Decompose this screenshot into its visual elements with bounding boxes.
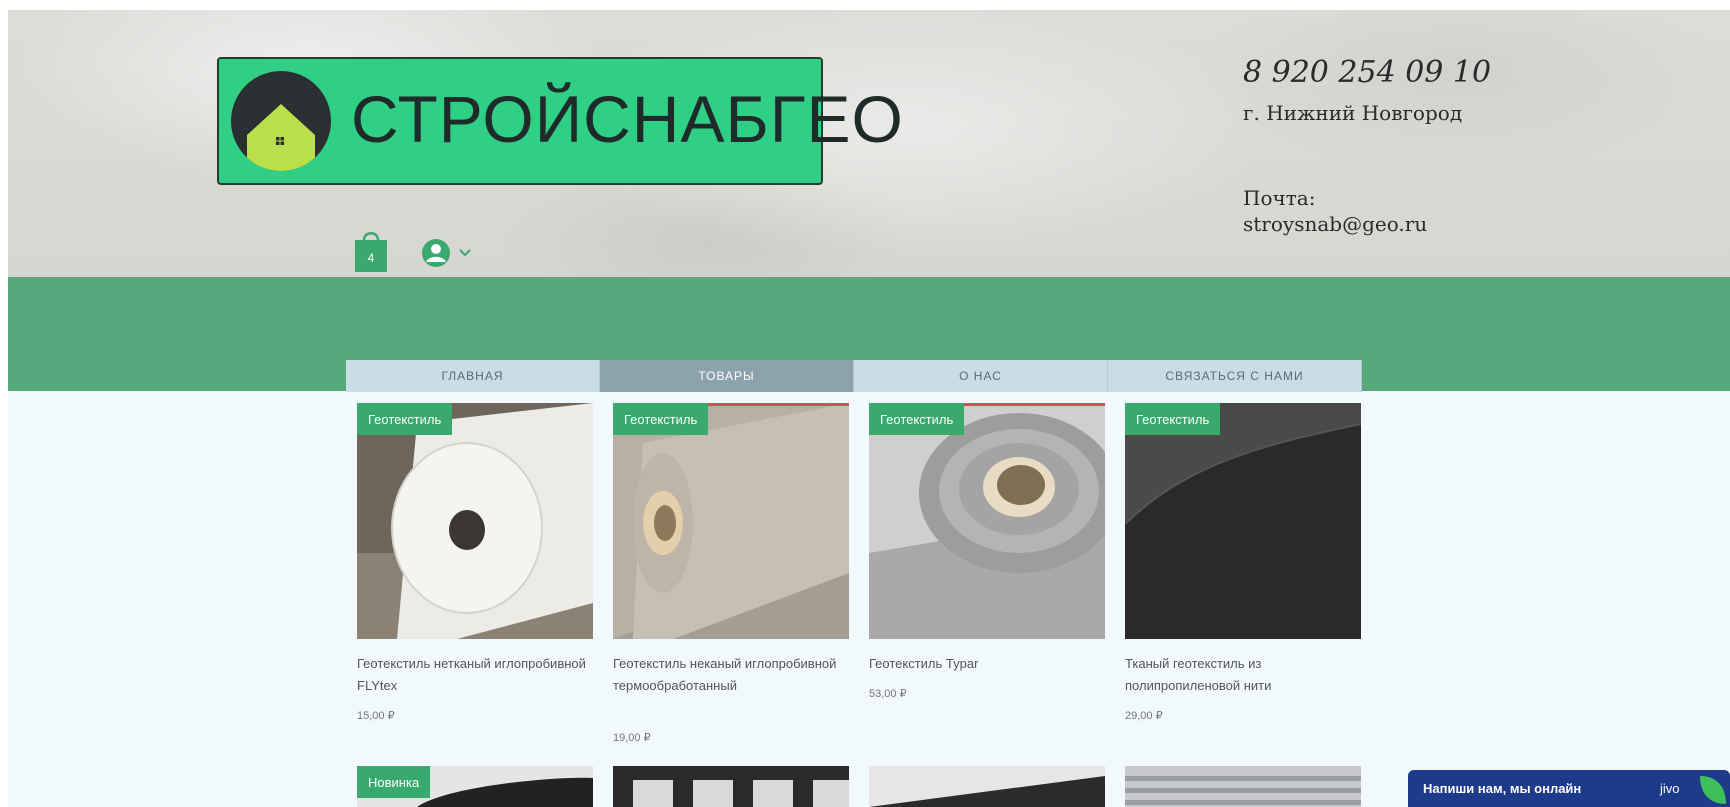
site-logo[interactable]: СТРОЙСНАБГЕО: [217, 57, 903, 185]
product-name[interactable]: Геотекстиль неканый иглопробивной термоо…: [613, 653, 843, 697]
user-avatar-icon: [422, 239, 471, 267]
product-image[interactable]: [613, 766, 849, 807]
product-image[interactable]: Геотекстиль: [357, 403, 593, 639]
product-card[interactable]: [613, 766, 849, 807]
mail-label: Почта:: [1243, 186, 1316, 210]
product-badge: Геотекстиль: [613, 403, 709, 435]
product-card[interactable]: [869, 766, 1105, 807]
product-image[interactable]: [1125, 766, 1361, 807]
product-card[interactable]: [1125, 766, 1361, 807]
main-nav: ГЛАВНАЯ ТОВАРЫ О НАС СВЯЗАТЬСЯ С НАМИ: [346, 360, 1362, 392]
geogrid-image: [869, 766, 1105, 807]
product-price: 15,00 ₽: [357, 710, 395, 722]
product-badge: Геотекстиль: [869, 403, 965, 435]
metal-mesh-image: [1125, 766, 1361, 807]
product-name[interactable]: Геотекстиль Typar: [869, 653, 1099, 675]
nav-item-products[interactable]: ТОВАРЫ: [600, 360, 854, 392]
nav-item-about[interactable]: О НАС: [854, 360, 1108, 392]
nav-item-home[interactable]: ГЛАВНАЯ: [346, 360, 600, 392]
product-card[interactable]: Геотекстиль Геотекстиль неканый иглопроб…: [613, 403, 849, 744]
nav-item-contact[interactable]: СВЯЗАТЬСЯ С НАМИ: [1108, 360, 1362, 392]
chat-label[interactable]: Напиши нам, мы онлайн: [1423, 781, 1581, 796]
leaf-icon: [1700, 776, 1726, 804]
product-image[interactable]: [869, 766, 1105, 807]
site-header: СТРОЙСНАБГЕО 8 920 254 09 10 г. Нижний Н…: [8, 10, 1730, 277]
jivo-logo: jivo: [1660, 781, 1680, 796]
phone-number[interactable]: 8 920 254 09 10: [1243, 55, 1491, 90]
account-menu[interactable]: [421, 238, 483, 268]
product-image[interactable]: Новинка: [357, 766, 593, 807]
email-link[interactable]: stroysnab@geo.ru: [1243, 212, 1427, 236]
shopping-bag-icon: 4: [355, 232, 387, 272]
product-card[interactable]: Новинка: [357, 766, 593, 807]
cart-count: 4: [368, 251, 375, 265]
product-card[interactable]: Геотекстиль Геотекстиль Typar 53,00 ₽: [869, 403, 1105, 713]
product-name[interactable]: Геотекстиль нетканый иглопробивной FLYte…: [357, 653, 587, 697]
chat-widget[interactable]: Напиши нам, мы онлайн jivo: [1408, 770, 1730, 807]
product-price: 29,00 ₽: [1125, 710, 1163, 722]
logo-text: СТРОЙСНАБГЕО: [351, 82, 904, 156]
product-card[interactable]: Геотекстиль Геотекстиль нетканый иглопро…: [357, 403, 593, 722]
product-image[interactable]: Геотекстиль: [1125, 403, 1361, 639]
page: СТРОЙСНАБГЕО 8 920 254 09 10 г. Нижний Н…: [8, 10, 1730, 807]
cart-button[interactable]: 4: [353, 228, 389, 272]
product-price: 19,00 ₽: [613, 732, 651, 744]
geotextile-roll-image: [869, 403, 1105, 639]
product-name[interactable]: Тканый геотекстиль из полипропиленовой н…: [1125, 653, 1355, 697]
product-price: 53,00 ₽: [869, 688, 907, 700]
woven-geotextile-image: [1125, 403, 1361, 639]
house-logo-icon: [231, 71, 331, 171]
geotextile-roll-image: [613, 403, 849, 639]
product-badge: Новинка: [357, 766, 431, 798]
geotextile-roll-image: [357, 403, 593, 639]
geogrid-image: [613, 766, 849, 807]
product-image[interactable]: Геотекстиль: [869, 403, 1105, 639]
city-label: г. Нижний Новгород: [1243, 101, 1463, 125]
product-badge: Геотекстиль: [1125, 403, 1221, 435]
product-card[interactable]: Геотекстиль Тканый геотекстиль из полипр…: [1125, 403, 1361, 722]
product-image[interactable]: Геотекстиль: [613, 403, 849, 639]
product-badge: Геотекстиль: [357, 403, 453, 435]
